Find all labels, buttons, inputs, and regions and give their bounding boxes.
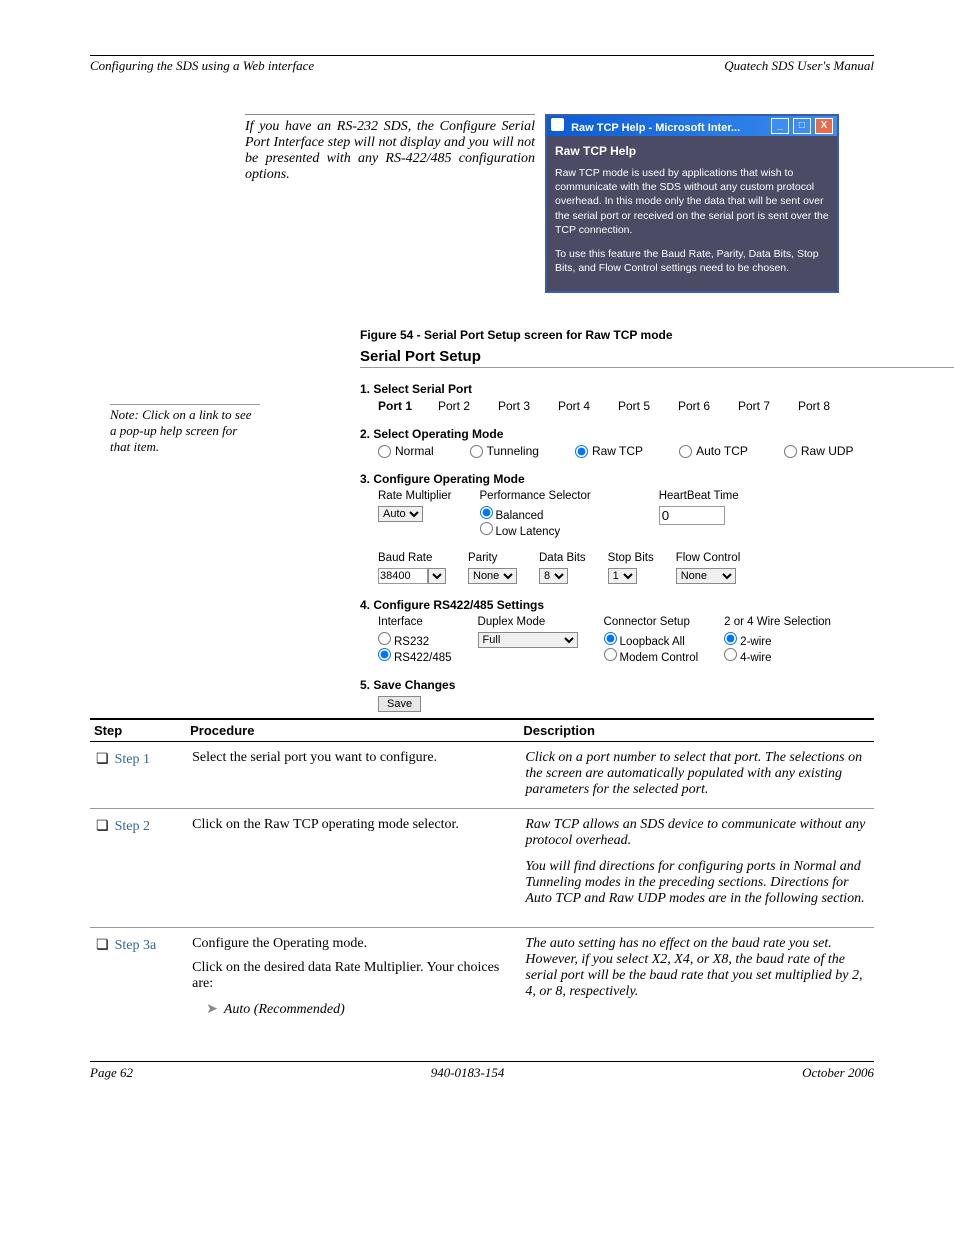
section-4-heading: 4. Configure RS422/485 Settings: [360, 598, 954, 612]
port-link[interactable]: Port 6: [678, 399, 738, 413]
footer-docid: 940-0183-154: [431, 1065, 505, 1081]
wire-selection-label: 2 or 4 Wire Selection: [724, 616, 831, 628]
rate-multiplier-label: Rate Multiplier: [378, 490, 452, 502]
help-window-body: Raw TCP Help Raw TCP mode is used by app…: [547, 136, 837, 291]
baud-rate-input[interactable]: [378, 568, 428, 584]
wire-4[interactable]: 4-wire: [724, 648, 831, 664]
minimize-icon[interactable]: _: [771, 118, 789, 134]
connector-setup-label: Connector Setup: [604, 616, 699, 628]
baud-rate-label: Baud Rate: [378, 552, 446, 564]
interface-rs232[interactable]: RS232: [378, 632, 452, 648]
heartbeat-label: HeartBeat Time: [659, 490, 739, 502]
margin-note: Note: Click on a link to see a pop-up he…: [110, 404, 260, 455]
mode-auto-tcp[interactable]: Auto TCP: [679, 444, 748, 458]
procedure-table: Step Procedure Description ❏ Step 1 Selec…: [90, 718, 874, 1036]
section-3-heading: 3. Configure Operating Mode: [360, 472, 954, 486]
port-link[interactable]: Port 8: [798, 399, 858, 413]
port-link[interactable]: Port 7: [738, 399, 798, 413]
parity-select[interactable]: None: [468, 568, 517, 584]
step-label: Step 1: [115, 752, 150, 767]
help-window: Raw TCP Help - Microsoft Inter... _ □ X …: [545, 114, 839, 293]
table-row: ❏ Step 2 Click on the Raw TCP operating m…: [90, 809, 874, 928]
port-link[interactable]: Port 4: [558, 399, 618, 413]
flow-control-label: Flow Control: [676, 552, 741, 564]
section-2-heading: 2. Select Operating Mode: [360, 427, 954, 441]
checkbox-icon: ❏: [96, 936, 109, 953]
procedure-cell: Click on the Raw TCP operating mode sele…: [186, 809, 519, 928]
setup-title: Serial Port Setup: [360, 348, 954, 368]
help-window-title: Raw TCP Help - Microsoft Inter...: [571, 122, 740, 134]
step-label: Step 3a: [115, 938, 157, 953]
port-link[interactable]: Port 5: [618, 399, 678, 413]
rate-multiplier-select[interactable]: Auto: [378, 506, 423, 522]
heartbeat-input[interactable]: [659, 506, 725, 525]
operating-mode-row: Normal Tunneling Raw TCP Auto TCP Raw UD…: [378, 444, 954, 458]
col-step: Step: [90, 719, 186, 742]
mode-raw-tcp[interactable]: Raw TCP: [575, 444, 643, 458]
checkbox-icon: ❏: [96, 817, 109, 834]
figure-caption: Figure 54 - Serial Port Setup screen for…: [360, 328, 874, 342]
col-description: Description: [519, 719, 874, 742]
help-paragraph-1: Raw TCP mode is used by applications tha…: [555, 166, 829, 237]
serial-port-setup: Note: Click on a link to see a pop-up he…: [360, 382, 954, 712]
description-cell: Raw TCP allows an SDS device to communic…: [519, 809, 874, 928]
perf-balanced[interactable]: Balanced: [480, 506, 591, 522]
perf-low-latency[interactable]: Low Latency: [480, 522, 591, 538]
wire-2[interactable]: 2-wire: [724, 632, 831, 648]
stop-bits-label: Stop Bits: [608, 552, 654, 564]
mode-raw-udp[interactable]: Raw UDP: [784, 444, 854, 458]
step-label: Step 2: [115, 819, 150, 834]
help-window-titlebar: Raw TCP Help - Microsoft Inter... _ □ X: [547, 116, 837, 136]
port-link[interactable]: Port 2: [438, 399, 498, 413]
header-left: Configuring the SDS using a Web interfac…: [90, 58, 314, 74]
procedure-cell: Configure the Operating mode. Click on t…: [186, 928, 519, 1037]
data-bits-select[interactable]: 8: [539, 568, 568, 584]
table-row: ❏ Step 3a Configure the Operating mode. C…: [90, 928, 874, 1037]
interface-rs422[interactable]: RS422/485: [378, 648, 452, 664]
stop-bits-select[interactable]: 1: [608, 568, 637, 584]
section-5-heading: 5. Save Changes: [360, 678, 954, 692]
col-procedure: Procedure: [186, 719, 519, 742]
connector-loopback[interactable]: Loopback All: [604, 632, 699, 648]
save-button[interactable]: Save: [378, 696, 421, 712]
parity-label: Parity: [468, 552, 517, 564]
section-1-heading: 1. Select Serial Port: [360, 382, 954, 396]
performance-selector-label: Performance Selector: [480, 490, 591, 502]
port-link[interactable]: Port 1: [378, 399, 438, 413]
ie-icon: [551, 118, 564, 131]
mode-tunneling[interactable]: Tunneling: [470, 444, 539, 458]
footer-page: Page 62: [90, 1065, 133, 1081]
baud-rate-dropdown-icon[interactable]: [428, 568, 446, 584]
description-cell: Click on a port number to select that po…: [519, 742, 874, 809]
help-heading: Raw TCP Help: [555, 144, 829, 158]
port-link[interactable]: Port 3: [498, 399, 558, 413]
page-footer: Page 62 940-0183-154 October 2006: [90, 1061, 874, 1081]
page-header: Configuring the SDS using a Web interfac…: [90, 55, 874, 74]
checkbox-icon: ❏: [96, 750, 109, 767]
footer-date: October 2006: [802, 1065, 874, 1081]
mode-normal[interactable]: Normal: [378, 444, 434, 458]
interface-label: Interface: [378, 616, 452, 628]
description-cell: The auto setting has no effect on the ba…: [519, 928, 874, 1037]
connector-modem[interactable]: Modem Control: [604, 648, 699, 664]
port-list: Port 1 Port 2 Port 3 Port 4 Port 5 Port …: [378, 399, 954, 413]
table-row: ❏ Step 1 Select the serial port you want …: [90, 742, 874, 809]
intro-note: If you have an RS-232 SDS, the Configure…: [245, 114, 535, 183]
data-bits-label: Data Bits: [539, 552, 586, 564]
help-paragraph-2: To use this feature the Baud Rate, Parit…: [555, 247, 829, 275]
procedure-cell: Select the serial port you want to confi…: [186, 742, 519, 809]
duplex-select[interactable]: Full: [478, 632, 578, 648]
maximize-icon[interactable]: □: [793, 118, 811, 134]
header-right: Quatech SDS User's Manual: [724, 58, 874, 74]
close-icon[interactable]: X: [815, 118, 833, 134]
arrow-icon: ➤: [206, 1000, 218, 1016]
duplex-label: Duplex Mode: [478, 616, 578, 628]
flow-control-select[interactable]: None: [676, 568, 736, 584]
